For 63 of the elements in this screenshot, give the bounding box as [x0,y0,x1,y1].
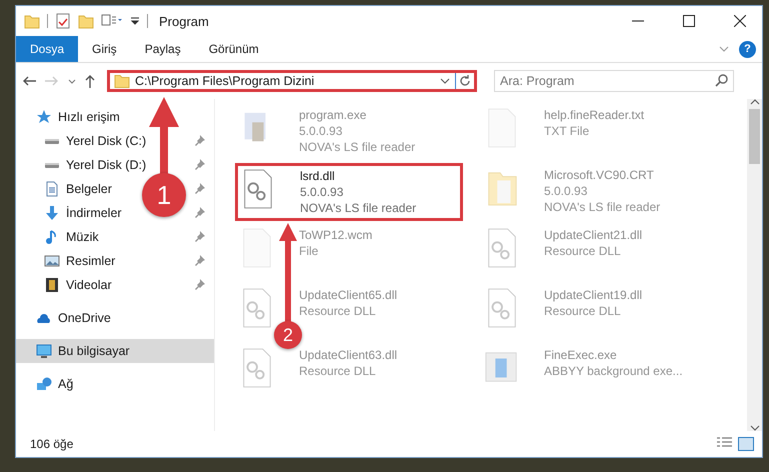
file-detail: NOVA's LS file reader [544,200,660,214]
close-button[interactable] [734,15,746,27]
file-detail: 5.0.0.93 [299,124,344,138]
file-item[interactable]: lsrd.dll 5.0.0.93 NOVA's LS file reader [235,163,463,221]
dropdown-icon[interactable] [130,16,140,26]
ribbon-tab[interactable]: Dosya [16,36,78,62]
scroll-up-icon[interactable] [750,99,760,105]
folder-icon [114,74,130,88]
help-button[interactable]: ? [739,40,756,58]
film-icon [44,277,60,293]
drive-icon [44,162,60,168]
sidebar-item[interactable]: Yerel Disk (C:) [44,134,146,148]
search-field[interactable]: Ara: Program [494,70,734,92]
up-button[interactable] [85,74,95,88]
network-icon [36,376,52,392]
scroll-thumb[interactable] [749,109,760,164]
search-icon [715,74,728,87]
file-detail: File [299,244,320,258]
sidebar-item[interactable]: OneDrive [36,310,111,326]
sidebar-item[interactable]: Videolar [44,277,112,293]
down-arrow-icon [44,205,60,221]
chevron-down-icon [440,78,450,84]
recent-locations-button[interactable] [68,78,76,84]
file-detail: 5.0.0.93 [544,184,588,198]
file-detail: 5.0.0.93 [300,185,344,199]
file-detail: NOVA's LS file reader [300,201,416,215]
sidebar-item[interactable]: Müzik [44,229,99,245]
file-detail: Resource DLL [544,304,622,318]
callout-badge: 2 [274,321,302,349]
minimize-button[interactable] [632,20,644,22]
file-detail: NOVA's LS file reader [299,140,416,154]
maximize-button[interactable] [683,15,695,27]
ribbon-tab[interactable]: Görünüm [194,36,273,62]
file-detail: Resource DLL [544,244,622,258]
sidebar-item[interactable]: Belgeler [44,181,112,197]
file-detail: TXT File [544,124,590,138]
file-detail: ABBYY background exe... [544,364,683,378]
document-icon [44,181,60,197]
properties-icon[interactable] [55,13,71,29]
picture-icon [44,253,60,269]
item-count: 106 öğe [30,437,74,451]
monitor-icon [36,343,52,359]
sidebar-item[interactable]: Ağ [36,376,74,392]
refresh-icon[interactable] [459,75,471,87]
sidebar-item[interactable]: Bu bilgisayar [16,339,214,363]
chevron-down-icon[interactable] [719,46,729,52]
scroll-down-icon[interactable] [750,425,760,431]
sidebar-item[interactable]: Hızlı erişim [36,109,120,125]
ribbon-tab[interactable]: Paylaş [130,36,195,62]
large-icons-view-icon[interactable] [738,437,754,451]
callout-badge: 1 [142,173,186,217]
sidebar-item[interactable]: Resimler [44,253,116,269]
sidebar-item[interactable]: İndirmeler [44,205,122,221]
back-button[interactable] [22,76,36,86]
address-field[interactable]: C:\Program Files\Program Dizini [107,70,477,92]
star-icon [36,109,52,125]
window-title: Program [159,14,210,28]
drive-icon [44,138,60,144]
ribbon-tab[interactable]: Giriş [78,36,131,62]
file-detail: Resource DLL [299,304,377,318]
file-name: lsrd.dll [300,169,336,183]
file-detail: Resource DLL [299,364,377,378]
sidebar-item[interactable]: Yerel Disk (D:) [44,158,146,172]
